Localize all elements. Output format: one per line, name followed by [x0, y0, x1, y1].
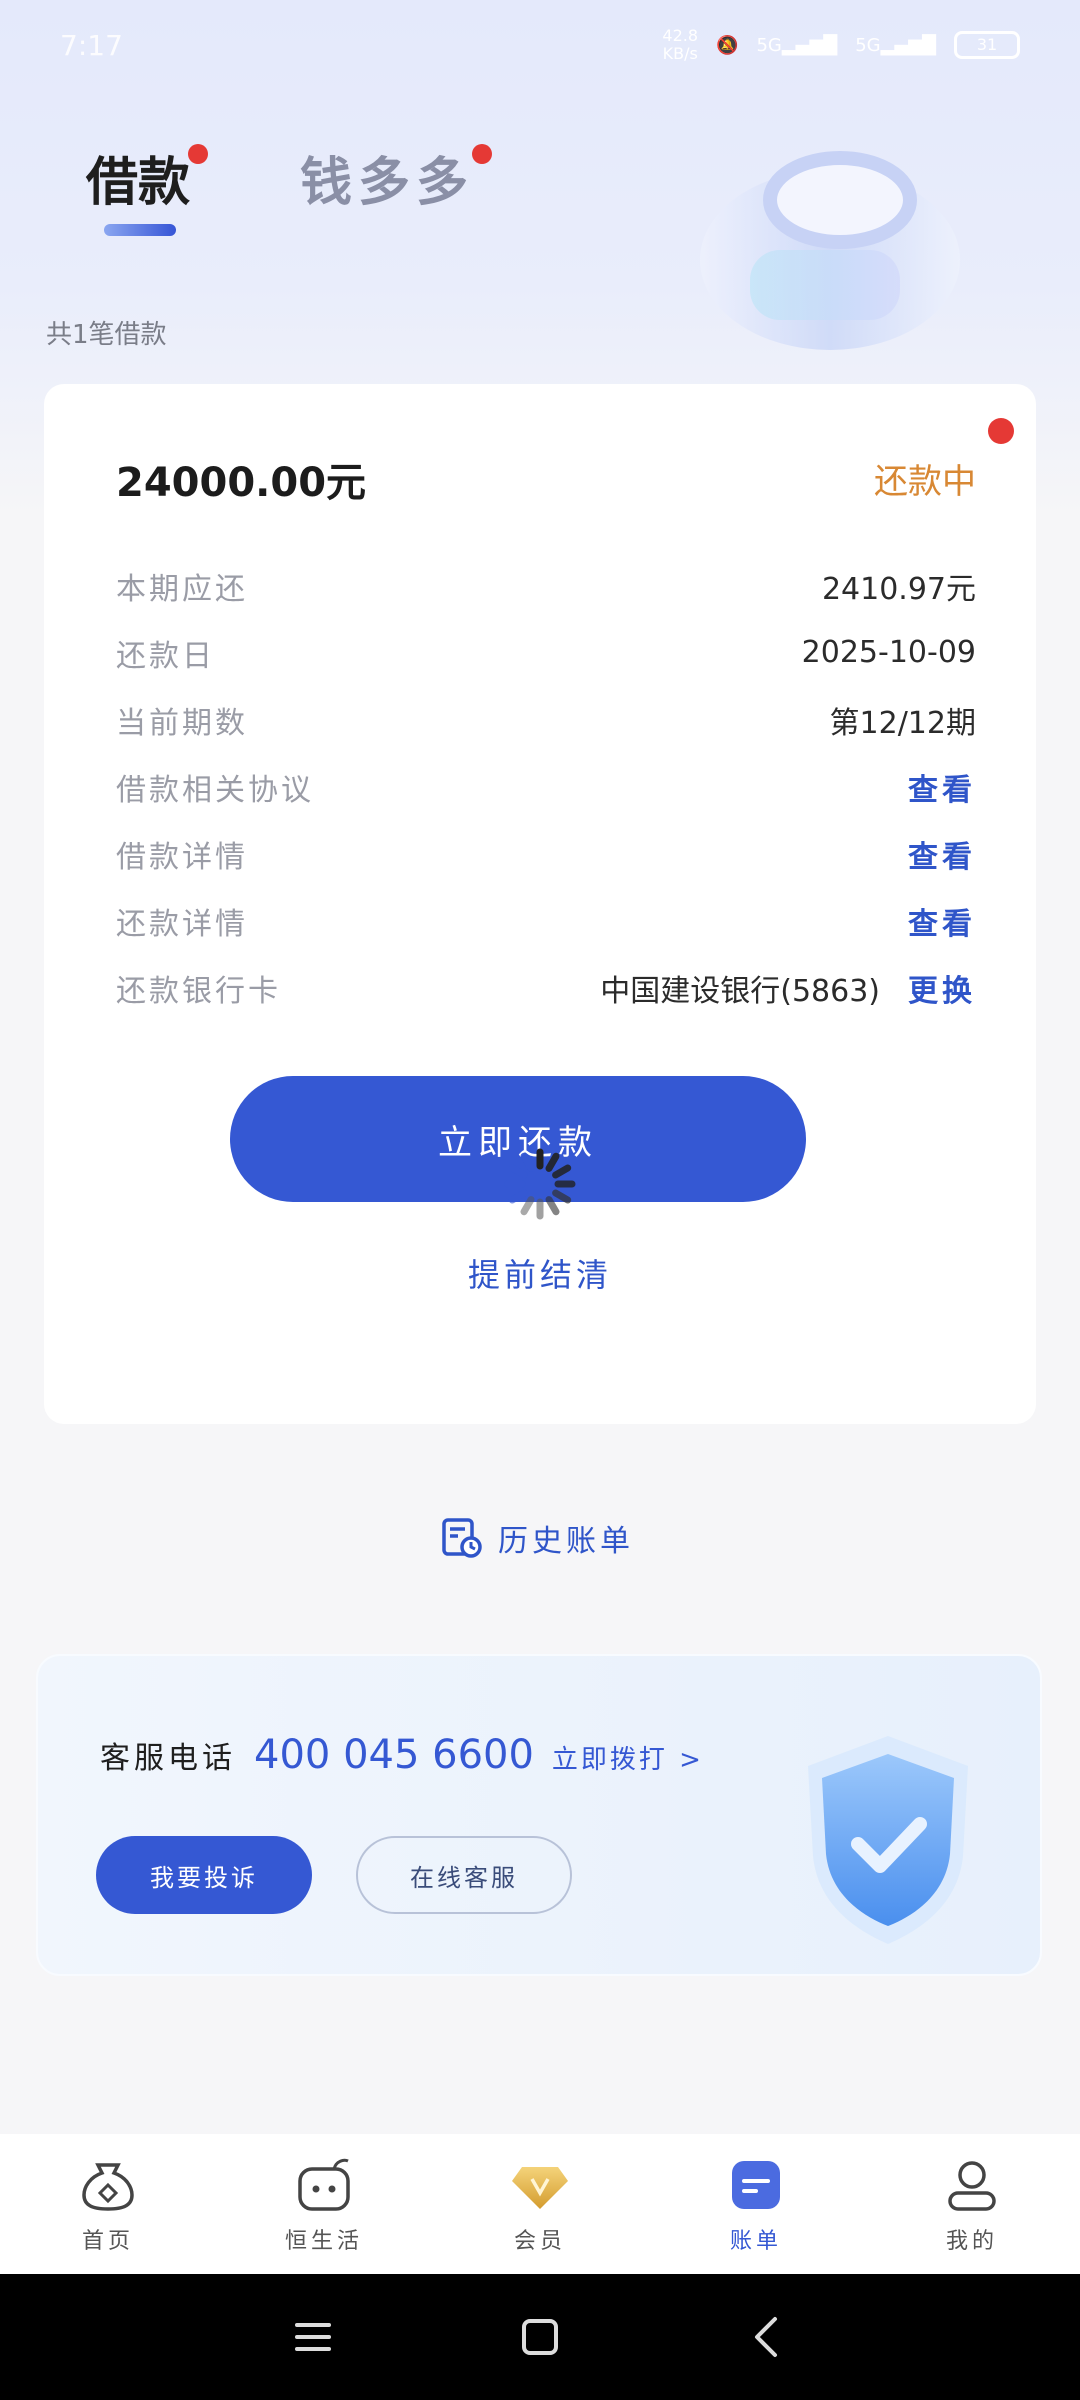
- decorative-ring-graphic: [700, 151, 960, 350]
- badge-dot: [188, 144, 209, 164]
- signal-icon: 5G▂▄▆█: [756, 34, 838, 56]
- row-bank-card: 还款银行卡 中国建设银行(5863) 更换: [116, 954, 976, 1021]
- view-agreements-link[interactable]: 查看: [908, 765, 976, 809]
- change-card-link[interactable]: 更换: [908, 966, 976, 1010]
- top-tabs: 借款 钱多多: [86, 140, 493, 215]
- nav-profile[interactable]: 我的: [872, 2153, 1072, 2255]
- battery-icon: 31: [954, 31, 1020, 59]
- early-settle-link[interactable]: 提前结清: [44, 1250, 1036, 1296]
- row-current-due: 本期应还 2410.97元: [116, 571, 976, 607]
- loading-spinner-icon: [504, 1148, 576, 1220]
- nav-bill[interactable]: 账单: [656, 2153, 856, 2255]
- status-time: 7:17: [60, 28, 123, 62]
- row-repayment-details: 还款详情 查看: [116, 887, 976, 954]
- service-phone-label: 客服电话: [100, 1741, 236, 1776]
- network-speed: 42.8 KB/s: [662, 26, 699, 63]
- history-bill-icon: [442, 1518, 482, 1558]
- loan-status: 还款中: [874, 462, 976, 502]
- row-current-period: 当前期数 第12/12期: [116, 705, 976, 741]
- tab-qianduoduo[interactable]: 钱多多: [300, 140, 493, 215]
- service-phone-number[interactable]: 400 045 6600: [254, 1732, 534, 1778]
- status-bar: 7:17 42.8 KB/s 🔕 5G▂▄▆█ 5G▂▄▆█ 31: [0, 0, 1080, 90]
- home-square-icon[interactable]: [516, 2313, 564, 2361]
- mute-icon: 🔕: [716, 34, 739, 56]
- loan-count-label: 共1笔借款: [46, 320, 167, 350]
- view-repayment-details-link[interactable]: 查看: [908, 899, 976, 943]
- row-due-date: 还款日 2025-10-09: [116, 635, 976, 674]
- home-bag-icon: [82, 2163, 134, 2211]
- life-robot-icon: [298, 2158, 350, 2211]
- badge-dot: [472, 144, 493, 164]
- shield-check-icon: [808, 1736, 968, 1944]
- vip-diamond-icon: [512, 2167, 568, 2209]
- nav-vip[interactable]: 会员: [440, 2153, 640, 2255]
- complain-button[interactable]: 我要投诉: [96, 1836, 312, 1914]
- system-navigation-bar: [0, 2274, 1080, 2400]
- menu-icon[interactable]: [289, 2313, 337, 2361]
- view-loan-details-link[interactable]: 查看: [908, 832, 976, 876]
- row-loan-details: 借款详情 查看: [116, 820, 976, 887]
- nav-home[interactable]: 首页: [8, 2153, 208, 2255]
- back-icon[interactable]: [743, 2313, 791, 2361]
- badge-dot: [988, 418, 1014, 444]
- loan-amount: 24000.00元: [116, 460, 367, 506]
- loan-detail-list: 本期应还 2410.97元 还款日 2025-10-09 当前期数 第12/12…: [116, 552, 976, 1021]
- row-agreements: 借款相关协议 查看: [116, 753, 976, 820]
- loan-card: 24000.00元 还款中 本期应还 2410.97元 还款日 2025-10-…: [44, 384, 1036, 1424]
- tab-loan[interactable]: 借款: [86, 140, 209, 215]
- call-now-link[interactable]: 立即拨打 >: [552, 1739, 704, 1776]
- history-bills-link[interactable]: 历史账单: [440, 1516, 634, 1560]
- tab-active-indicator: [104, 224, 176, 236]
- signal-icon-2: 5G▂▄▆█: [855, 34, 936, 56]
- bottom-navigation: 首页 恒生活 会员 账单 我的: [0, 2134, 1080, 2274]
- bill-icon: [732, 2161, 780, 2209]
- bank-card-value: 中国建设银行(5863): [600, 973, 880, 1009]
- profile-icon: [948, 2161, 996, 2211]
- online-service-button[interactable]: 在线客服: [356, 1836, 572, 1914]
- nav-life[interactable]: 恒生活: [224, 2153, 424, 2255]
- customer-service-panel: 客服电话 400 045 6600 立即拨打 > 我要投诉 在线客服: [36, 1654, 1042, 1976]
